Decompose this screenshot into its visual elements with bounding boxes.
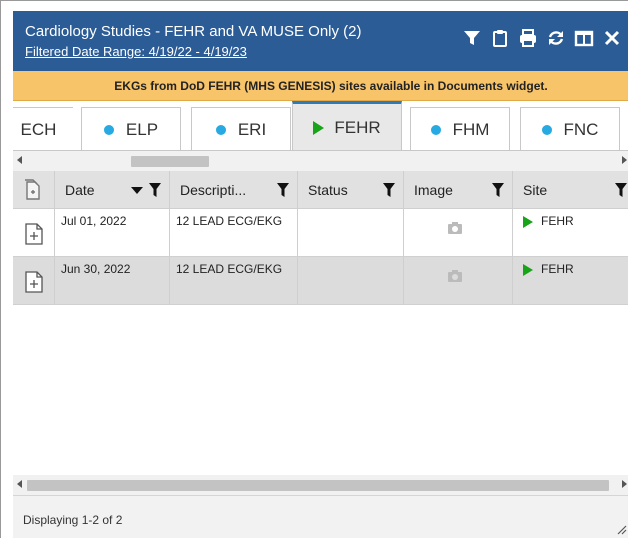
column-header-image[interactable]: Image [404,171,513,208]
tab-fnc[interactable]: FNC [520,107,620,150]
status-dot-icon [215,124,226,135]
column-header-date[interactable]: Date [55,171,170,208]
column-header-description[interactable]: Descripti... [170,171,298,208]
site-cell: FEHR [513,209,628,256]
tab-ech[interactable]: ECH [13,107,73,150]
grid-scrollbar[interactable] [13,475,628,495]
clipboard-icon[interactable] [489,27,511,49]
header-doc-column [13,171,55,208]
tab-label: FEHR [334,117,381,137]
scroll-right-arrow-icon[interactable] [622,480,627,488]
site-label: FEHR [541,214,574,228]
add-document-icon[interactable] [25,271,43,293]
description-cell: 12 LEAD ECG/EKG [170,257,298,304]
close-icon[interactable] [601,27,623,49]
column-header-site[interactable]: Site [513,171,628,208]
record-count: Displaying 1-2 of 2 [23,513,123,527]
scroll-left-arrow-icon[interactable] [17,480,22,488]
fehr-notice-banner: EKGs from DoD FEHR (MHS GENESIS) sites a… [13,71,628,101]
grid-header: Date Descripti... Status Image Site [13,171,628,209]
site-label: FEHR [541,262,574,276]
widget-header: Cardiology Studies - FEHR and VA MUSE On… [13,11,628,71]
tab-label: FHM [452,119,490,139]
table-row[interactable]: Jun 30, 2022 12 LEAD ECG/EKG FEHR [13,257,628,305]
camera-icon[interactable] [448,270,462,282]
studies-grid: Date Descripti... Status Image Site Jul … [13,171,628,305]
image-cell [404,209,513,256]
resize-grip-icon[interactable] [615,523,627,535]
column-header-status[interactable]: Status [298,171,404,208]
status-cell [298,257,404,304]
camera-icon[interactable] [448,222,462,234]
status-dot-icon [541,124,552,135]
filter-icon[interactable] [277,183,289,197]
tab-label: ERI [237,119,267,139]
tab-fhm[interactable]: FHM [410,107,510,150]
documents-icon [25,179,40,200]
filter-icon[interactable] [615,183,627,197]
status-dot-icon [103,124,114,135]
filter-icon[interactable] [492,183,504,197]
play-icon [523,216,533,228]
tabs-scrollbar[interactable] [13,151,628,171]
expand-icon[interactable] [573,27,595,49]
refresh-icon[interactable] [545,27,567,49]
add-document-cell [13,209,55,256]
play-icon [313,120,325,135]
cardiology-studies-widget: Cardiology Studies - FEHR and VA MUSE On… [0,0,628,538]
add-document-cell [13,257,55,304]
status-cell [298,209,404,256]
scroll-left-arrow-icon[interactable] [17,156,22,164]
date-cell: Jun 30, 2022 [55,257,170,304]
description-cell: 12 LEAD ECG/EKG [170,209,298,256]
sort-desc-icon[interactable] [131,187,143,194]
tab-fehr[interactable]: FEHR [292,101,402,150]
table-row[interactable]: Jul 01, 2022 12 LEAD ECG/EKG FEHR [13,209,628,257]
play-icon [523,264,533,276]
status-dot-icon [430,124,441,135]
filtered-date-range-link[interactable]: Filtered Date Range: 4/19/22 - 4/19/23 [25,44,247,59]
tab-elp[interactable]: ELP [81,107,181,150]
tab-label: ECH [20,119,57,139]
date-cell: Jul 01, 2022 [55,209,170,256]
widget-title: Cardiology Studies - FEHR and VA MUSE On… [25,23,362,40]
header-toolbar [461,26,623,50]
filter-icon[interactable] [383,183,395,197]
tab-label: ELP [125,119,159,139]
image-cell [404,257,513,304]
tabs-scroll-thumb[interactable] [131,156,209,167]
grid-scroll-thumb[interactable] [27,480,609,491]
widget-footer: Displaying 1-2 of 2 [13,495,628,538]
site-cell: FEHR [513,257,628,304]
filter-icon[interactable] [461,27,483,49]
add-document-icon[interactable] [25,223,43,245]
print-icon[interactable] [517,27,539,49]
tab-label: FNC [563,119,599,139]
scroll-right-arrow-icon[interactable] [622,156,627,164]
filter-icon[interactable] [149,183,161,197]
tab-eri[interactable]: ERI [191,107,291,150]
site-tabs: ECH ELP ERI FEHR FHM FNC [13,101,628,151]
